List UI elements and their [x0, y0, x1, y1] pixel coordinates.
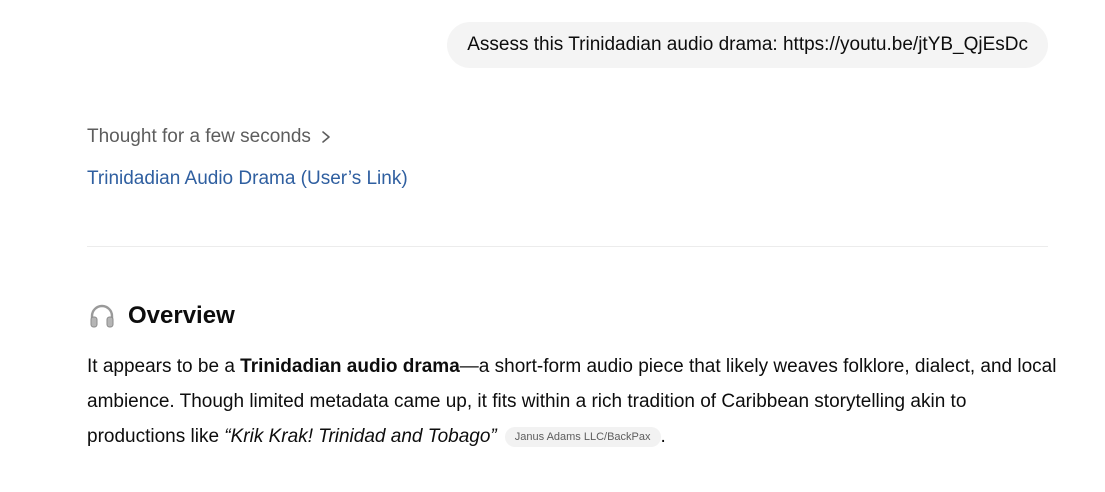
thought-label: Thought for a few seconds	[87, 126, 311, 147]
paragraph-end: .	[660, 426, 666, 447]
divider	[87, 246, 1048, 247]
citation-chip[interactable]: Janus Adams LLC/BackPax	[504, 427, 661, 447]
source-link[interactable]: Trinidadian Audio Drama (User’s Link)	[87, 168, 408, 190]
chevron-right-icon	[322, 131, 330, 143]
paragraph-start: It appears to be a	[87, 356, 241, 377]
user-message-bubble: Assess this Trinidadian audio drama: htt…	[447, 22, 1048, 68]
bold-phrase: Trinidadian audio drama	[240, 356, 460, 377]
thought-toggle[interactable]: Thought for a few seconds	[87, 126, 332, 148]
italic-title: “Krik Krak! Trinidad and Tobago”	[224, 426, 497, 447]
heading-text: Overview	[128, 302, 235, 329]
overview-paragraph: It appears to be a Trinidadian audio dra…	[87, 349, 1062, 454]
chat-page: Assess this Trinidadian audio drama: htt…	[0, 0, 1105, 492]
headphones-icon	[90, 304, 114, 328]
overview-heading: Overview	[88, 302, 235, 330]
user-message-text: Assess this Trinidadian audio drama: htt…	[467, 34, 1028, 55]
